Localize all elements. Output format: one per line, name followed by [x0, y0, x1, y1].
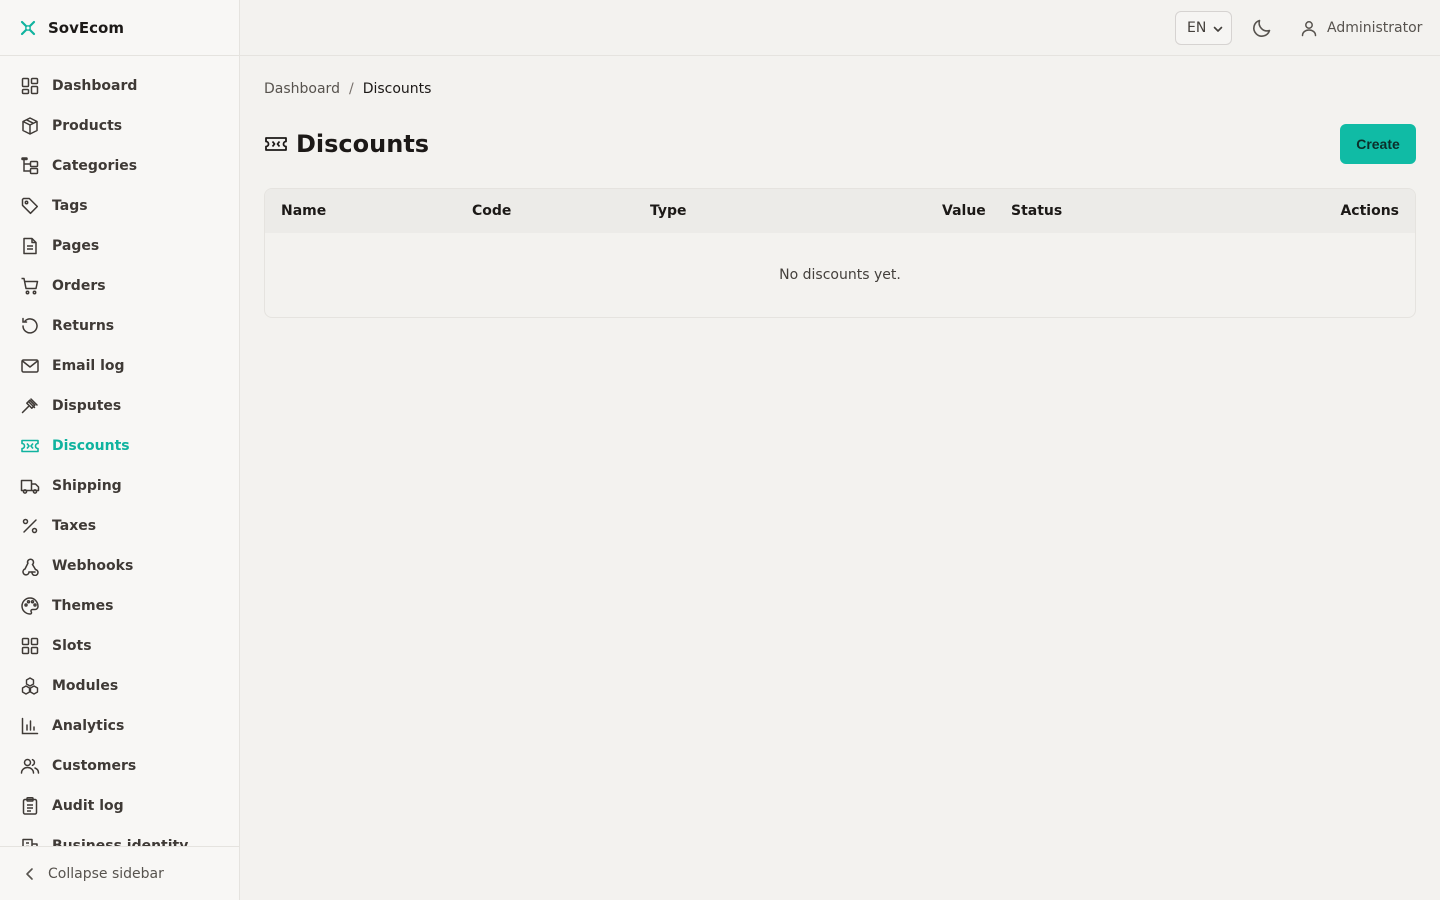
- rotate-icon: [20, 316, 40, 336]
- sidebar-item-taxes[interactable]: Taxes: [0, 506, 239, 546]
- sidebar-item-pages[interactable]: Pages: [0, 226, 239, 266]
- sidebar-item-label: Disputes: [52, 398, 122, 414]
- sidebar-item-label: Webhooks: [52, 558, 134, 574]
- language-value: EN: [1187, 20, 1207, 36]
- sidebar-item-label: Returns: [52, 318, 115, 334]
- app-name: SovEcom: [48, 18, 124, 37]
- sidebar-item-disputes[interactable]: Disputes: [0, 386, 239, 426]
- sidebar-item-tags[interactable]: Tags: [0, 186, 239, 226]
- sidebar-item-label: Discounts: [52, 438, 130, 454]
- sidebar-item-dashboard[interactable]: Dashboard: [0, 66, 239, 106]
- sidebar-item-label: Orders: [52, 278, 106, 294]
- gavel-icon: [20, 396, 40, 416]
- box-icon: [20, 116, 40, 136]
- grid-icon: [20, 636, 40, 656]
- users-icon: [20, 756, 40, 776]
- sidebar-item-returns[interactable]: Returns: [0, 306, 239, 346]
- tag-icon: [20, 196, 40, 216]
- sidebar-item-label: Shipping: [52, 478, 122, 494]
- sidebar-item-label: Slots: [52, 638, 92, 654]
- sidebar-item-label: Themes: [52, 598, 114, 614]
- page-header: Discounts Create: [264, 124, 1416, 164]
- sidebar-item-discounts[interactable]: Discounts: [0, 426, 239, 466]
- breadcrumb: Dashboard / Discounts: [264, 81, 431, 97]
- boxes-icon: [20, 676, 40, 696]
- sidebar: SovEcom Dashboard Products Categories Ta…: [0, 0, 240, 900]
- ticket-icon: [265, 137, 287, 151]
- sidebar-item-orders[interactable]: Orders: [0, 266, 239, 306]
- collapse-sidebar-label: Collapse sidebar: [48, 865, 164, 882]
- sidebar-item-modules[interactable]: Modules: [0, 666, 239, 706]
- column-header-status[interactable]: Status: [1011, 203, 1062, 219]
- table-header: Name Code Type Value Status Actions: [265, 189, 1415, 233]
- user-name: Administrator: [1327, 20, 1423, 36]
- user-icon: [1301, 21, 1317, 37]
- language-select[interactable]: EN: [1175, 11, 1232, 45]
- bar-chart-icon: [20, 716, 40, 736]
- sidebar-item-label: Tags: [52, 198, 88, 214]
- topbar: EN Administrator: [240, 0, 1440, 56]
- truck-icon: [20, 476, 40, 496]
- percent-icon: [20, 516, 40, 536]
- sidebar-item-audit-log[interactable]: Audit log: [0, 786, 239, 826]
- column-header-actions: Actions: [1340, 203, 1399, 219]
- empty-state-message: No discounts yet.: [779, 267, 901, 283]
- cart-icon: [20, 276, 40, 296]
- sidebar-item-analytics[interactable]: Analytics: [0, 706, 239, 746]
- tree-icon: [20, 156, 40, 176]
- file-icon: [20, 236, 40, 256]
- sidebar-item-label: Categories: [52, 158, 138, 174]
- page-title: Discounts: [296, 130, 430, 158]
- sidebar-item-label: Audit log: [52, 798, 124, 814]
- dashboard-icon: [20, 76, 40, 96]
- sidebar-item-email-log[interactable]: Email log: [0, 346, 239, 386]
- sidebar-item-label: Business identity: [52, 838, 189, 846]
- sidebar-item-label: Email log: [52, 358, 125, 374]
- mail-icon: [20, 356, 40, 376]
- sidebar-item-business-identity[interactable]: Business identity: [0, 826, 239, 846]
- ticket-icon: [20, 436, 40, 456]
- user-menu[interactable]: Administrator: [1300, 16, 1422, 40]
- sidebar-nav: Dashboard Products Categories Tags Pages…: [0, 66, 239, 846]
- breadcrumb-separator: /: [348, 81, 354, 97]
- sidebar-item-slots[interactable]: Slots: [0, 626, 239, 666]
- chevron-down-icon: [1213, 26, 1223, 32]
- logo-icon: [20, 20, 36, 35]
- breadcrumb-current: Discounts: [362, 81, 432, 97]
- moon-icon[interactable]: [1250, 16, 1274, 40]
- column-header-name[interactable]: Name: [281, 203, 326, 219]
- webhook-icon: [20, 556, 40, 576]
- sidebar-item-label: Taxes: [52, 518, 97, 534]
- sidebar-item-label: Customers: [52, 758, 137, 774]
- column-header-code[interactable]: Code: [472, 203, 511, 219]
- breadcrumb-dashboard[interactable]: Dashboard: [264, 81, 340, 97]
- sidebar-item-label: Analytics: [52, 718, 125, 734]
- sidebar-item-label: Modules: [52, 678, 119, 694]
- column-header-type[interactable]: Type: [650, 203, 687, 219]
- building-icon: [20, 836, 40, 846]
- create-button[interactable]: Create: [1340, 124, 1416, 164]
- discounts-table: Name Code Type Value Status Actions No d…: [264, 188, 1416, 318]
- sidebar-item-customers[interactable]: Customers: [0, 746, 239, 786]
- sidebar-item-label: Products: [52, 118, 123, 134]
- sidebar-item-webhooks[interactable]: Webhooks: [0, 546, 239, 586]
- column-header-value[interactable]: Value: [942, 203, 986, 219]
- sidebar-item-shipping[interactable]: Shipping: [0, 466, 239, 506]
- sidebar-item-products[interactable]: Products: [0, 106, 239, 146]
- chevron-left-icon: [26, 867, 33, 880]
- brand[interactable]: SovEcom: [0, 0, 239, 56]
- sidebar-item-label: Pages: [52, 238, 100, 254]
- sidebar-item-categories[interactable]: Categories: [0, 146, 239, 186]
- collapse-sidebar-button[interactable]: Collapse sidebar: [0, 846, 239, 900]
- sidebar-item-label: Dashboard: [52, 78, 138, 94]
- palette-icon: [20, 596, 40, 616]
- sidebar-item-themes[interactable]: Themes: [0, 586, 239, 626]
- clipboard-icon: [20, 796, 40, 816]
